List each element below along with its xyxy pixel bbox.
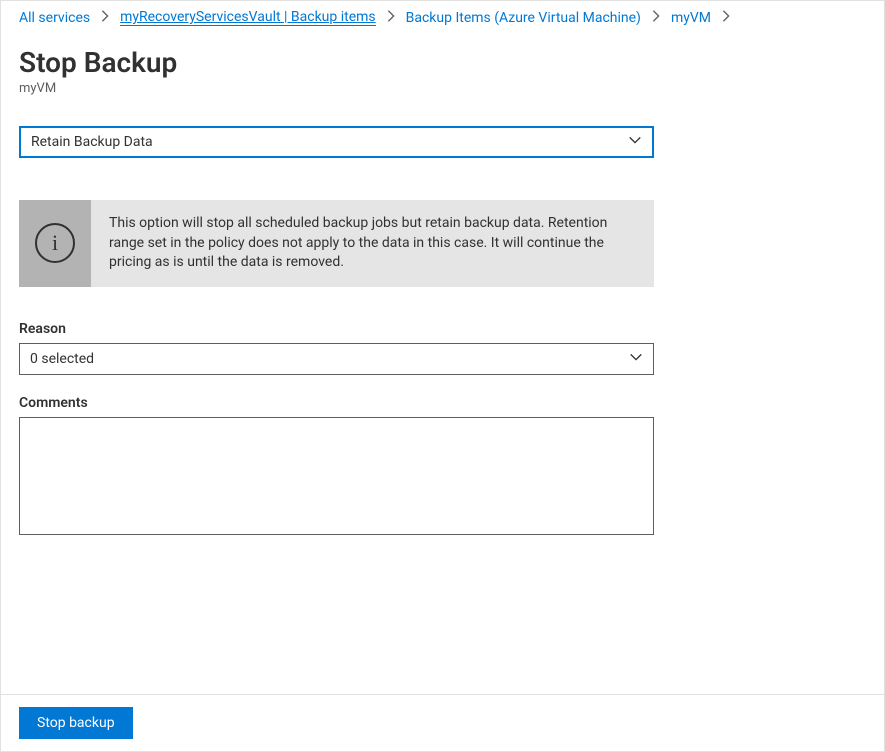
- chevron-right-icon: [719, 9, 733, 26]
- chevron-right-icon: [649, 9, 663, 26]
- breadcrumb-link-backup-items[interactable]: Backup Items (Azure Virtual Machine): [406, 10, 641, 26]
- comments-label: Comments: [19, 395, 866, 411]
- chevron-down-icon: [629, 350, 643, 368]
- info-box: i This option will stop all scheduled ba…: [19, 200, 654, 287]
- action-dropdown-value: Retain Backup Data: [31, 134, 153, 150]
- page-title: Stop Backup: [19, 46, 866, 79]
- action-dropdown[interactable]: Retain Backup Data: [19, 126, 654, 158]
- comments-textarea[interactable]: [19, 417, 654, 535]
- chevron-right-icon: [384, 9, 398, 26]
- breadcrumb: All services myRecoveryServicesVault | B…: [1, 1, 884, 34]
- reason-dropdown[interactable]: 0 selected: [19, 343, 654, 375]
- breadcrumb-link-vault[interactable]: myRecoveryServicesVault | Backup items: [120, 9, 376, 26]
- info-icon-wrap: i: [19, 200, 91, 287]
- stop-backup-button[interactable]: Stop backup: [19, 707, 133, 739]
- chevron-right-icon: [98, 9, 112, 26]
- reason-dropdown-value: 0 selected: [30, 351, 94, 367]
- breadcrumb-link-all-services[interactable]: All services: [19, 10, 90, 26]
- reason-label: Reason: [19, 321, 866, 337]
- page-subtitle: myVM: [19, 81, 866, 96]
- info-text: This option will stop all scheduled back…: [91, 200, 654, 287]
- breadcrumb-link-myvm[interactable]: myVM: [671, 10, 711, 26]
- info-icon: i: [35, 223, 75, 263]
- footer: Stop backup: [1, 694, 884, 751]
- chevron-down-icon: [628, 133, 642, 151]
